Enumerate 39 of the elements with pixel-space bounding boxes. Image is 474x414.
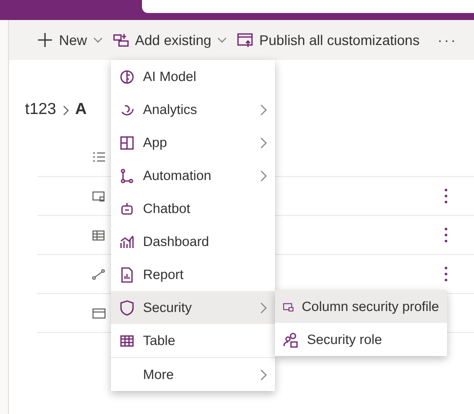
list-icon [92,150,106,164]
menu-item[interactable]: Analytics [111,93,275,126]
more-options-icon[interactable] [444,266,448,282]
breadcrumb-item[interactable]: t123 [25,101,56,119]
menu-item[interactable]: Security role [275,323,447,356]
command-button[interactable]: Publish all customizations [237,32,420,48]
menu-item[interactable]: App [111,126,275,159]
menu-item[interactable]: Dashboard [111,225,275,258]
menu-item[interactable]: Report [111,258,275,291]
menu-item[interactable]: AI Model [111,60,275,93]
publish-icon [237,32,254,48]
plus-icon [37,32,53,48]
layout-icon [119,134,135,150]
command-button[interactable]: New [37,32,104,48]
flow-icon [119,168,135,184]
breadcrumb-item[interactable]: A [75,101,87,119]
menu-item[interactable]: Automation [111,159,275,192]
add-existing-icon [113,32,130,48]
grid-icon [92,228,106,242]
people-lock-icon [283,332,299,348]
menu-item[interactable]: Table [111,324,275,357]
menu-item[interactable]: Column security profile [275,290,447,323]
menu-item[interactable]: Chatbot [111,192,275,225]
more-options-icon[interactable] [444,188,448,204]
menu-item[interactable]: More [111,357,275,391]
table-icon [119,332,135,348]
brain-icon [119,68,135,84]
report-icon [119,266,135,282]
chart-icon [119,234,135,250]
chevron-right-icon [62,104,70,116]
robot-icon [119,200,135,216]
card-icon [92,306,106,320]
form-icon [92,190,106,202]
more-options-icon[interactable] [444,227,448,243]
command-button[interactable]: Add existing [113,32,228,48]
more-button[interactable]: ··· [438,32,458,48]
menu-item[interactable]: Security [111,291,275,324]
flow-icon [92,268,106,280]
shield-icon [119,300,135,316]
